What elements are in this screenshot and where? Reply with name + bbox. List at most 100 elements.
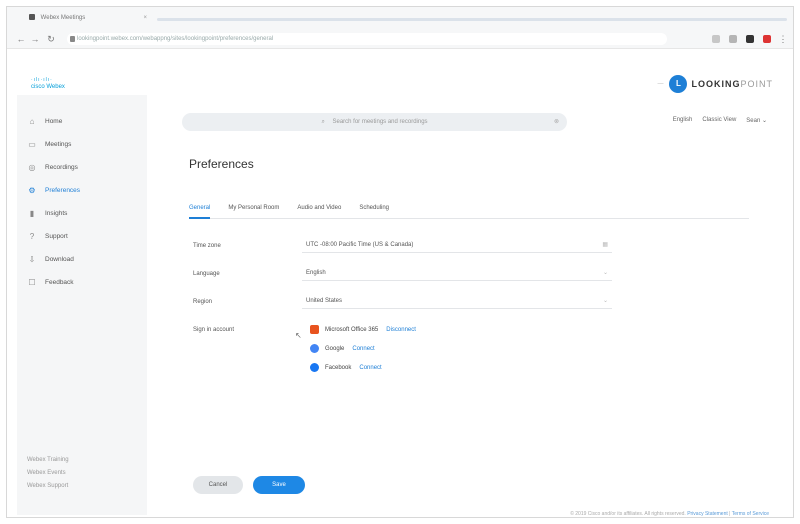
chevron-down-icon: ⌄ bbox=[602, 270, 608, 276]
language-selector[interactable]: English bbox=[673, 117, 693, 124]
tab-title: Webex Meetings bbox=[40, 15, 86, 21]
sidebar-item-preferences[interactable]: ⚙ Preferences bbox=[27, 182, 80, 198]
mouse-cursor-icon: ↖ bbox=[295, 331, 302, 340]
account-google: Google Connect bbox=[310, 344, 375, 353]
lock-icon bbox=[70, 36, 75, 42]
feedback-icon: ☐ bbox=[28, 277, 36, 287]
partner-logo: — L LOOKINGPOINT bbox=[657, 75, 773, 93]
sidebar-item-label: Download bbox=[45, 255, 74, 263]
gear-icon: ⚙ bbox=[28, 185, 36, 195]
search-input[interactable]: ⌕ Search for meetings and recordings ⊗ bbox=[182, 113, 567, 131]
sidebar-item-download[interactable]: ⇩ Download bbox=[27, 251, 74, 267]
app-header: ·ılı·ılı· cisco Webex — L LOOKINGPOINT bbox=[7, 49, 793, 95]
sidebar-item-home[interactable]: ⌂ Home bbox=[27, 113, 63, 129]
sidebar-item-label: Support bbox=[45, 232, 68, 240]
time-zone-select[interactable]: UTC -08:00 Pacific Time (US & Canada) ▦ bbox=[302, 237, 612, 253]
back-icon[interactable]: ← bbox=[15, 32, 27, 46]
star-icon[interactable] bbox=[712, 35, 720, 43]
sidebar-item-label: Preferences bbox=[45, 186, 81, 194]
time-zone-label: Time zone bbox=[193, 243, 221, 249]
sidebar-item-label: Home bbox=[45, 117, 63, 125]
sidebar-footer-link[interactable]: Webex Events bbox=[27, 470, 66, 476]
terms-link[interactable]: Terms of Service bbox=[732, 511, 769, 517]
menu-icon[interactable]: ⋮ bbox=[777, 32, 789, 46]
language-select[interactable]: English ⌄ bbox=[302, 265, 612, 281]
region-value: United States bbox=[306, 298, 343, 304]
search-icon: ⌕ bbox=[321, 119, 325, 125]
partner-name: LOOKINGPOINT bbox=[691, 79, 773, 89]
classic-view-link[interactable]: Classic View bbox=[702, 117, 736, 124]
user-menu[interactable]: Sean ⌄ bbox=[746, 117, 767, 124]
recordings-icon: ◎ bbox=[28, 162, 36, 172]
top-right-menu: English Classic View Sean ⌄ bbox=[673, 117, 767, 124]
google-icon bbox=[310, 344, 319, 353]
extension-icon[interactable] bbox=[729, 35, 737, 43]
copyright-text: © 2019 Cisco and/or its affiliates. All … bbox=[570, 511, 686, 517]
profile-icon[interactable] bbox=[763, 35, 771, 43]
help-icon: ? bbox=[29, 231, 35, 241]
region-select[interactable]: United States ⌄ bbox=[302, 293, 612, 309]
sidebar-item-support[interactable]: ? Support bbox=[27, 228, 68, 244]
browser-address-bar: ← → ↻ lookingpoint.webex.com/webappng/si… bbox=[7, 29, 793, 49]
language-label: Language bbox=[193, 271, 220, 277]
office365-icon bbox=[310, 325, 319, 334]
partner-name-main: LOOKING bbox=[691, 79, 741, 89]
sidebar-footer-link[interactable]: Webex Training bbox=[27, 457, 69, 463]
connect-facebook-link[interactable]: Connect bbox=[359, 365, 381, 371]
save-button[interactable]: Save bbox=[253, 476, 305, 494]
brand-small: cisco bbox=[31, 84, 45, 90]
cancel-button[interactable]: Cancel bbox=[193, 476, 243, 494]
account-name: Facebook bbox=[325, 364, 352, 371]
sidebar-item-label: Recordings bbox=[45, 163, 78, 171]
cisco-webex-logo[interactable]: ·ılı·ılı· cisco Webex bbox=[31, 77, 65, 91]
tab-my-personal-room[interactable]: My Personal Room bbox=[228, 201, 279, 219]
partner-name-tail: POINT bbox=[740, 79, 773, 89]
privacy-link[interactable]: Privacy Statement bbox=[687, 511, 728, 517]
sidebar: ⌂ Home ▭ Meetings ◎ Recordings ⚙ Prefere… bbox=[17, 95, 147, 515]
preferences-tabs: General My Personal Room Audio and Video… bbox=[189, 201, 749, 219]
sidebar-footer-link[interactable]: Webex Support bbox=[27, 483, 68, 489]
chart-icon: ▮ bbox=[29, 208, 35, 218]
sign-in-label: Sign in account bbox=[193, 327, 235, 333]
disconnect-office365-link[interactable]: Disconnect bbox=[386, 327, 416, 333]
home-icon: ⌂ bbox=[29, 116, 35, 126]
tab-audio-and-video[interactable]: Audio and Video bbox=[297, 201, 341, 219]
partner-prefix: — bbox=[657, 81, 664, 87]
browser-tab[interactable]: Webex Meetings × bbox=[29, 11, 149, 25]
forward-icon[interactable]: → bbox=[29, 32, 41, 46]
account-name: Microsoft Office 365 bbox=[325, 326, 379, 333]
brand-product: Webex bbox=[46, 84, 65, 90]
download-icon: ⇩ bbox=[28, 254, 36, 264]
sidebar-item-label: Meetings bbox=[45, 140, 72, 148]
sidebar-item-insights[interactable]: ▮ Insights bbox=[27, 205, 68, 221]
main-content: ⌕ Search for meetings and recordings ⊗ E… bbox=[147, 95, 787, 517]
url-text: lookingpoint.webex.com/webappng/sites/lo… bbox=[77, 36, 274, 42]
account-name: Google bbox=[325, 345, 345, 352]
page-title: Preferences bbox=[189, 157, 254, 171]
tab-scheduling[interactable]: Scheduling bbox=[359, 201, 389, 219]
search-options-icon[interactable]: ⊗ bbox=[554, 113, 559, 131]
cisco-bars-icon: ·ılı·ılı· bbox=[31, 77, 53, 83]
url-field[interactable]: lookingpoint.webex.com/webappng/sites/lo… bbox=[67, 33, 667, 45]
tab-strip bbox=[157, 18, 787, 21]
account-office365: Microsoft Office 365 Disconnect bbox=[310, 325, 416, 334]
connect-google-link[interactable]: Connect bbox=[352, 346, 374, 352]
account-facebook: Facebook Connect bbox=[310, 363, 382, 372]
extension-icon[interactable] bbox=[746, 35, 754, 43]
sidebar-item-recordings[interactable]: ◎ Recordings bbox=[27, 159, 78, 175]
sidebar-item-label: Feedback bbox=[45, 278, 74, 286]
sidebar-item-meetings[interactable]: ▭ Meetings bbox=[27, 136, 71, 152]
tab-favicon-icon bbox=[29, 14, 35, 21]
reload-icon[interactable]: ↻ bbox=[45, 32, 57, 46]
sidebar-item-feedback[interactable]: ☐ Feedback bbox=[27, 274, 74, 290]
screenshot-frame: Webex Meetings × ← → ↻ lookingpoint.webe… bbox=[6, 6, 794, 518]
language-value: English bbox=[306, 270, 326, 276]
chevron-down-icon: ⌄ bbox=[602, 298, 608, 304]
tab-close-icon[interactable]: × bbox=[143, 11, 147, 25]
facebook-icon bbox=[310, 363, 319, 372]
tab-general[interactable]: General bbox=[189, 201, 211, 219]
calendar-icon: ▭ bbox=[28, 139, 36, 149]
region-label: Region bbox=[193, 299, 213, 305]
sidebar-item-label: Insights bbox=[45, 209, 68, 217]
page-footer: © 2019 Cisco and/or its affiliates. All … bbox=[570, 511, 769, 517]
